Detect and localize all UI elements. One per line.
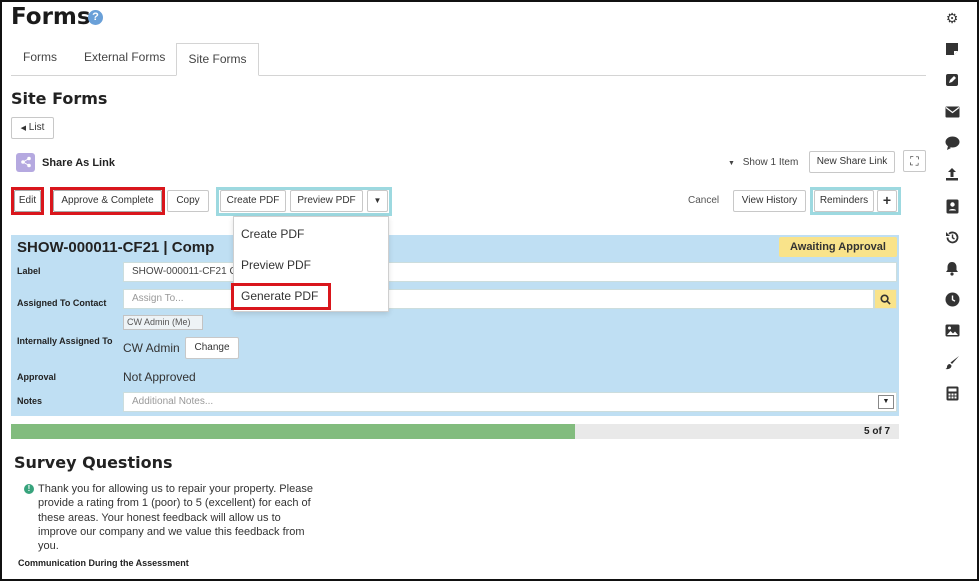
pencil-icon[interactable]: [944, 73, 960, 89]
new-share-link-button[interactable]: New Share Link: [809, 151, 895, 173]
search-icon: [880, 294, 891, 305]
show-items-dropdown[interactable]: ▼ Show 1 Item: [728, 157, 798, 168]
approval-label: Approval: [17, 372, 57, 382]
brush-icon[interactable]: [944, 355, 960, 371]
image-icon[interactable]: [944, 324, 960, 340]
pdf-dropdown-toggle[interactable]: ▼: [367, 190, 388, 212]
tab-forms[interactable]: Forms: [23, 50, 57, 64]
caret-left-icon: ◀: [20, 125, 27, 132]
subsection-title: Communication During the Assessment: [18, 558, 189, 568]
copy-button[interactable]: Copy: [167, 190, 209, 212]
help-icon[interactable]: ?: [88, 10, 103, 25]
internally-assigned-label: Internally Assigned To: [17, 336, 113, 346]
caret-down-icon: ▼: [373, 196, 382, 205]
gear-icon[interactable]: ⚙: [944, 10, 960, 26]
envelope-icon[interactable]: [944, 105, 960, 121]
upload-icon[interactable]: [944, 167, 960, 183]
approval-value: Not Approved: [123, 370, 196, 384]
tabs-divider: [11, 75, 926, 76]
show-items-label: Show 1 Item: [742, 157, 799, 168]
history-icon[interactable]: [944, 230, 960, 246]
survey-title: Survey Questions: [14, 453, 173, 472]
tab-external-forms[interactable]: External Forms: [84, 50, 165, 64]
list-button[interactable]: ◀ List: [11, 117, 54, 139]
edit-highlight: [11, 187, 44, 215]
survey-intro-text: Thank you for allowing us to repair your…: [38, 483, 313, 553]
caret-down-icon: ▼: [882, 398, 890, 405]
menu-item-preview-pdf[interactable]: Preview PDF: [241, 258, 311, 272]
sms-icon[interactable]: [944, 136, 960, 152]
bell-icon[interactable]: [944, 261, 960, 277]
caret-down-icon: ▼: [728, 160, 735, 167]
preview-pdf-button[interactable]: Preview PDF: [290, 190, 363, 212]
share-as-link-label[interactable]: Share As Link: [42, 157, 115, 169]
list-button-label: List: [28, 122, 45, 133]
assigned-contact-chip[interactable]: CW Admin (Me): [123, 315, 203, 330]
progress-label: 5 of 7: [864, 426, 891, 437]
info-icon: !: [24, 484, 34, 494]
section-title: Site Forms: [11, 89, 108, 108]
status-badge: Awaiting Approval: [779, 237, 897, 257]
fullscreen-icon[interactable]: ⛶: [903, 150, 926, 172]
search-button[interactable]: [874, 289, 897, 309]
page-title: Forms: [11, 4, 91, 30]
reminders-button[interactable]: Reminders: [814, 190, 874, 212]
progress-bar: [11, 424, 899, 439]
cancel-link[interactable]: Cancel: [688, 195, 719, 206]
contact-card-icon[interactable]: [944, 199, 960, 215]
notes-input[interactable]: Additional Notes...: [123, 392, 897, 412]
notes-dropdown-toggle[interactable]: ▼: [878, 395, 894, 409]
change-button[interactable]: Change: [185, 337, 239, 359]
generate-pdf-highlight: [231, 283, 331, 310]
menu-item-create-pdf[interactable]: Create PDF: [241, 227, 304, 241]
label-field-label: Label: [17, 266, 41, 276]
form-title: SHOW-000011-CF21 | Comp: [17, 239, 215, 256]
approve-highlight: [50, 187, 165, 215]
assigned-to-contact-label: Assigned To Contact: [17, 298, 107, 308]
calculator-icon[interactable]: [944, 386, 960, 402]
progress-fill: [11, 424, 575, 439]
view-history-button[interactable]: View History: [733, 190, 806, 212]
clock-icon[interactable]: [944, 292, 960, 308]
notes-label: Notes: [17, 396, 43, 406]
tab-site-forms[interactable]: Site Forms: [176, 43, 259, 76]
internally-assigned-value: CW Admin: [123, 341, 180, 355]
sticky-note-icon[interactable]: [944, 42, 960, 58]
add-reminder-button[interactable]: +: [877, 190, 897, 212]
create-pdf-button[interactable]: Create PDF: [220, 190, 286, 212]
share-icon[interactable]: [16, 153, 35, 172]
